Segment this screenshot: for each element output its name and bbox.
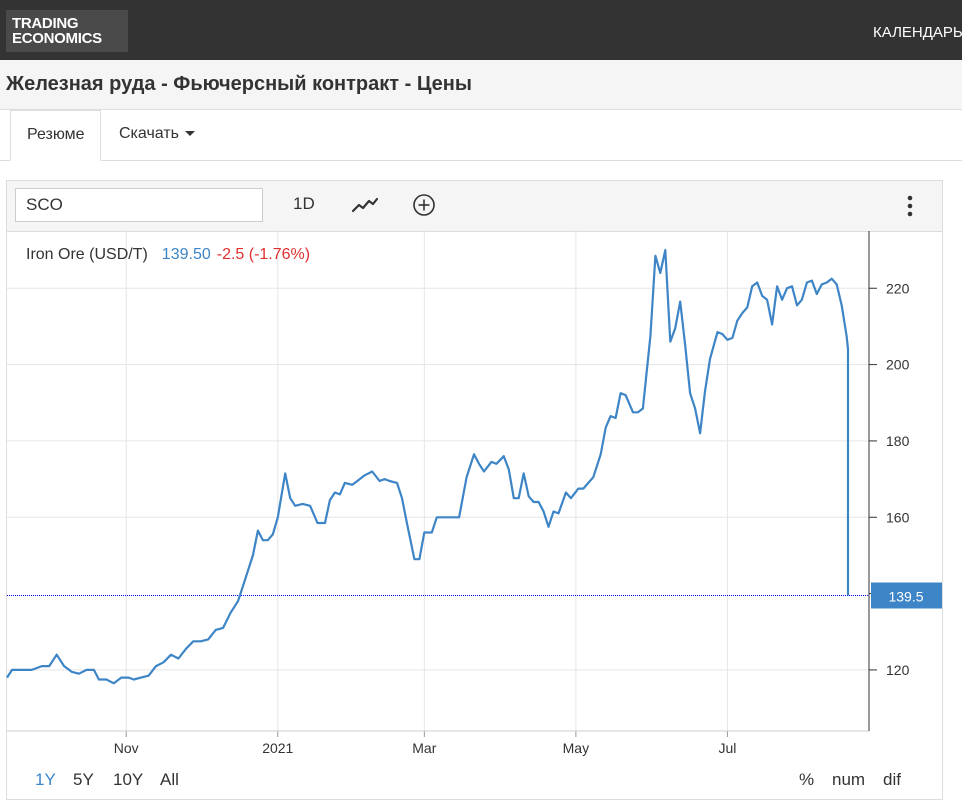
range-button-all[interactable]: All [160,770,179,790]
x-tick-label: Nov [114,740,139,756]
x-tick-label: May [563,740,589,756]
price-change: -2.5 (-1.76%) [216,246,311,263]
range-button-5y[interactable]: 5Y [73,770,94,790]
mode-button-percent[interactable]: % [799,770,814,790]
price-series-line[interactable] [6,249,850,685]
last-price: 139.50 [161,246,211,263]
mode-button-num[interactable]: num [832,770,865,790]
x-tick-label: 2021 [262,740,293,756]
y-tick-label: 180 [886,433,910,449]
mode-button-dif[interactable]: dif [883,770,901,790]
price-chart[interactable]: Nov 2021 Mar May Jul 120 160 180 200 220 139.5 [0,0,962,801]
last-price-label: 139.5 [888,589,923,605]
x-tick-label: Mar [412,740,436,756]
y-tick-label: 160 [886,509,910,525]
quote-header: Iron Ore (USD/T) 139.50 -2.5 (-1.76%) [26,246,310,264]
x-tick-label: Jul [718,740,736,756]
y-tick-label: 120 [886,662,910,678]
instrument-name: Iron Ore (USD/T) [26,246,148,263]
y-tick-label: 220 [886,280,910,296]
range-button-1y[interactable]: 1Y [35,770,56,790]
range-button-10y[interactable]: 10Y [113,770,143,790]
y-tick-label: 200 [886,357,910,373]
